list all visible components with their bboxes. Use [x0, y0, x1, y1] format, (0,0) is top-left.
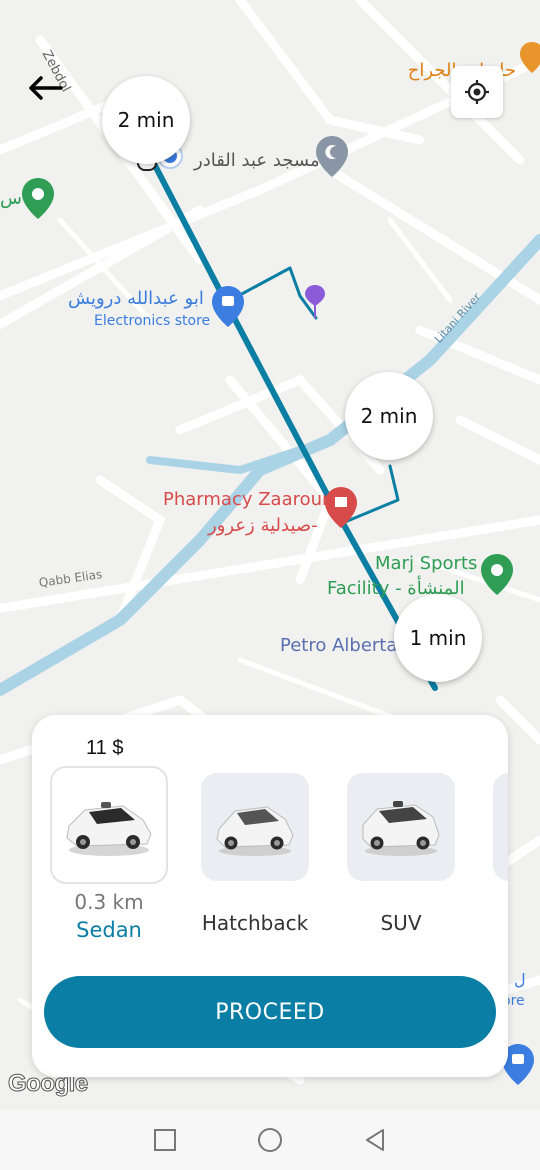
vehicle-card-sedan[interactable] [50, 766, 168, 884]
price-label: 11 $ [86, 737, 124, 759]
system-navigation-bar [0, 1110, 540, 1170]
suv-car-icon [362, 801, 440, 856]
vehicle-name-hatchback: Hatchback [201, 911, 309, 935]
back-triangle-icon[interactable] [363, 1128, 387, 1152]
recents-square-icon[interactable] [153, 1128, 177, 1152]
vehicle-card-hatchback[interactable] [201, 773, 309, 881]
map-label-mosque: مسجد عبد القادر [194, 150, 320, 171]
map-label-pharmacy-en: Pharmacy Zaarour [163, 489, 330, 510]
back-button[interactable] [20, 68, 70, 108]
map-label-store-en: Electronics store [94, 313, 211, 329]
vehicle-card-suv[interactable] [347, 773, 455, 881]
hatchback-car-icon [216, 806, 294, 856]
vehicle-name-sedan: Sedan [76, 918, 142, 942]
ride-options-panel: 11 $ 0.3 km Sedan Hatchback SUV PROCEED [32, 715, 508, 1077]
eta-bubble-start: 2 min [102, 76, 190, 164]
eta-bubble-middle: 2 min [345, 372, 433, 460]
vehicle-card-more[interactable] [493, 773, 508, 881]
my-location-icon [465, 80, 489, 104]
eta-bubble-end: 1 min [394, 594, 482, 682]
vehicle-name-suv: SUV [380, 911, 422, 935]
map-label-petro: Petro Alberta [280, 635, 398, 656]
distance-label: 0.3 km [74, 890, 144, 914]
map-label-marj1: Marj Sports [375, 553, 478, 574]
arrow-left-icon [29, 76, 63, 100]
sedan-car-icon [66, 802, 152, 856]
map-label-store-ar: ابو عبدالله درويش [68, 288, 204, 309]
my-location-button[interactable] [451, 66, 503, 118]
home-circle-icon[interactable] [257, 1127, 283, 1153]
proceed-button[interactable]: PROCEED [44, 976, 496, 1048]
map-label-pharmacy-ar: صيدلية زعرور- [208, 515, 318, 536]
map-label-left-cut: س [0, 188, 22, 209]
